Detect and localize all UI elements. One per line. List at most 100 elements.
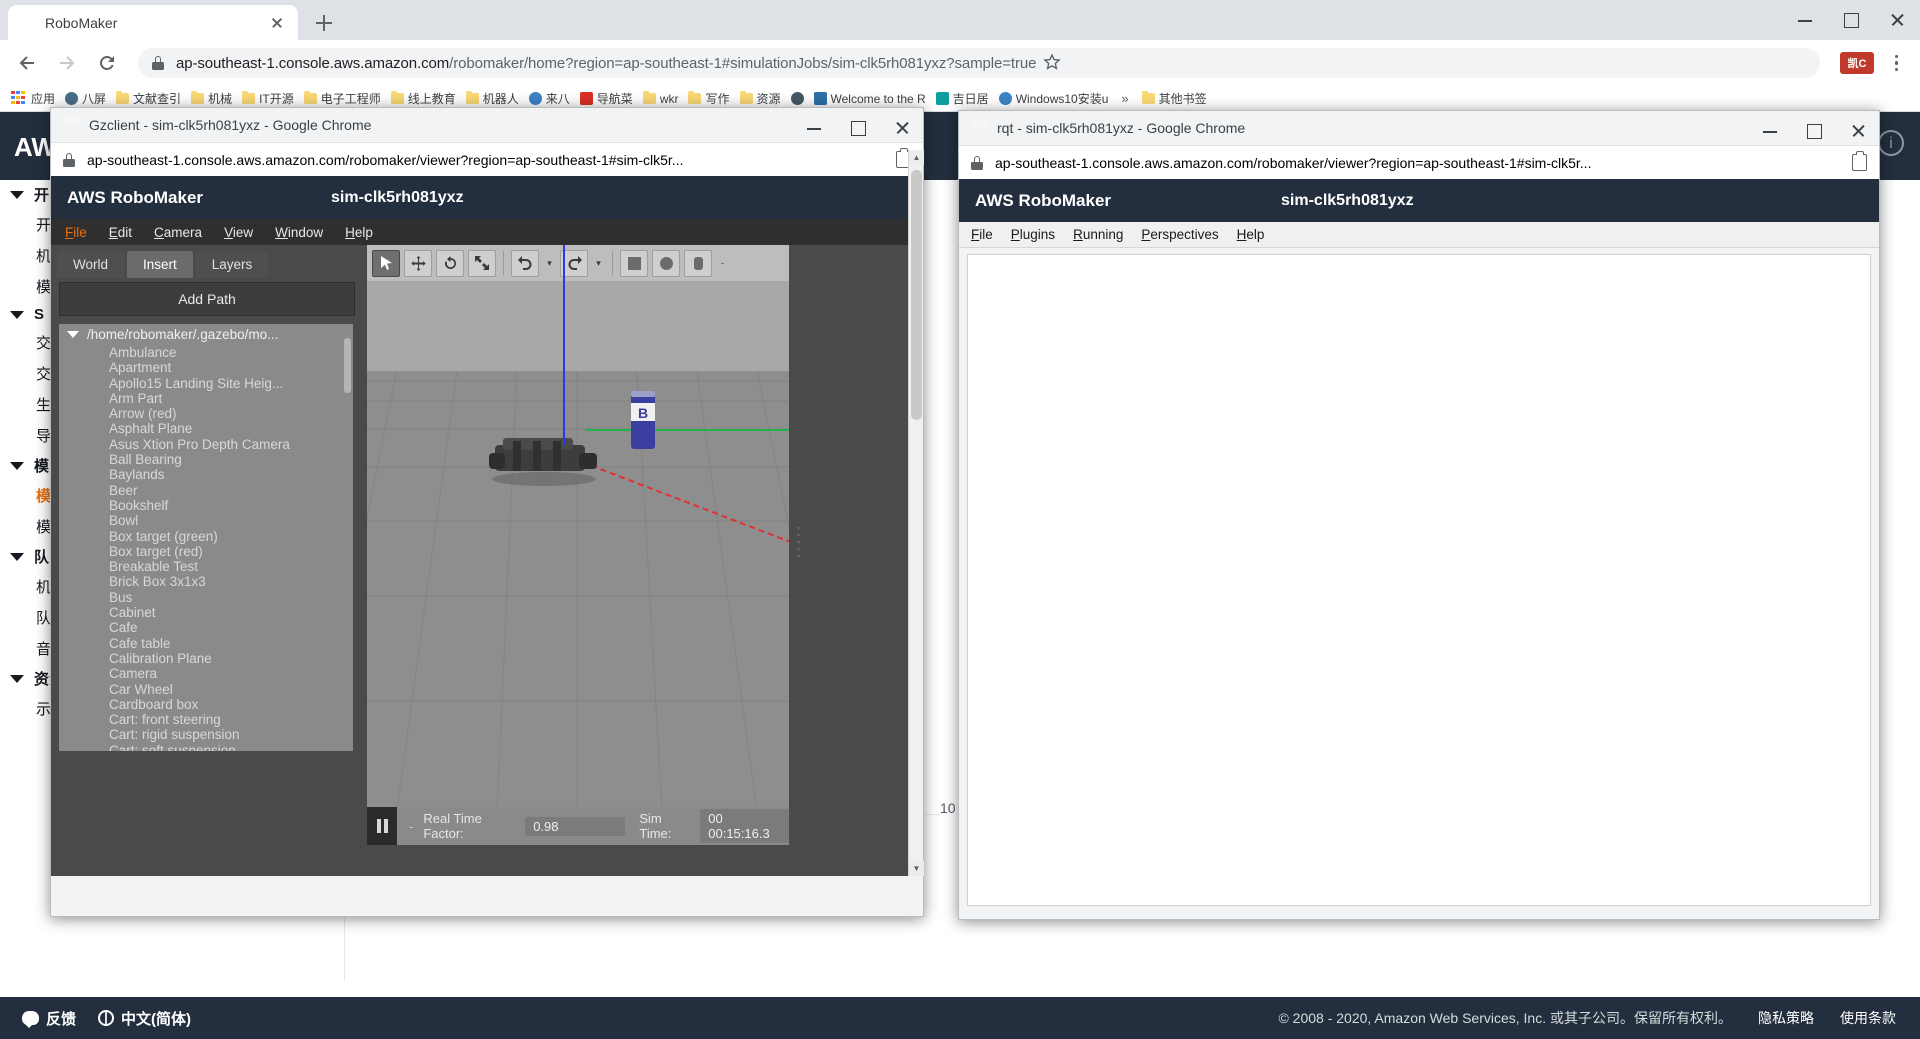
gazebo-menu-file[interactable]: File [65,225,87,240]
scroll-down-icon[interactable]: ▼ [909,861,924,876]
maximize-icon[interactable] [835,108,879,142]
copy-icon[interactable] [1852,151,1867,171]
model-list-item[interactable]: Arm Part [59,391,353,406]
model-root-node[interactable]: /home/robomaker/.gazebo/mo... [59,324,353,345]
chevron-down-icon[interactable] [10,674,24,683]
gazebo-tab-insert[interactable]: Insert [127,251,193,278]
model-list-item[interactable]: Box target (green) [59,529,353,544]
maximize-icon[interactable] [1828,0,1874,40]
close-window-icon[interactable] [1874,0,1920,40]
model-list-item[interactable]: Baylands [59,467,353,482]
model-list-item[interactable]: Camera [59,666,353,681]
model-list-item[interactable]: Beer [59,483,353,498]
model-list-item[interactable]: Bowl [59,513,353,528]
model-list-item[interactable]: Bus [59,590,353,605]
box-icon[interactable] [620,249,648,277]
rqt-menu-help[interactable]: Help [1237,227,1265,242]
step-label[interactable]: - [397,819,423,834]
scroll-up-icon[interactable]: ▲ [909,150,924,165]
rqt-menu-file[interactable]: File [971,227,993,242]
model-list-item[interactable]: Cart: rigid suspension [59,727,353,742]
cylinder-icon[interactable] [684,249,712,277]
maximize-icon[interactable] [1791,111,1835,145]
model-list[interactable]: /home/robomaker/.gazebo/mo... Ambulance A… [59,324,353,751]
model-list-item[interactable]: Cardboard box [59,697,353,712]
model-list-item[interactable]: Car Wheel [59,682,353,697]
translate-icon[interactable] [404,249,432,277]
language-button[interactable]: 中文(简体) [98,1008,191,1029]
bookmark-item-16[interactable]: Windows10安装u [994,88,1114,110]
profile-avatar[interactable]: 凯С [1840,52,1874,74]
rqt-menu-plugins[interactable]: Plugins [1011,227,1055,242]
model-list-item[interactable]: Asphalt Plane [59,421,353,436]
model-list-item[interactable]: Cafe [59,620,353,635]
gazebo-3d-viewport[interactable]: ▾ ▾ - B - Real Time Factor: 0.98 Sim Tim… [367,245,789,845]
info-icon[interactable]: i [1878,130,1904,156]
model-list-item[interactable]: Apartment [59,360,353,375]
model-list-item[interactable]: Box target (red) [59,544,353,559]
bookmark-star-icon[interactable] [1042,52,1064,74]
close-window-icon[interactable] [879,108,923,142]
chevron-down-icon[interactable] [67,331,79,338]
address-bar[interactable]: ap-southeast-1.console.aws.amazon.com/ro… [138,48,1820,78]
rqt-urlbar[interactable]: ap-southeast-1.console.aws.amazon.com/ro… [959,145,1879,179]
chevron-down-icon[interactable] [10,552,24,561]
undo-icon[interactable] [511,249,539,277]
model-list-item[interactable]: Calibration Plane [59,651,353,666]
gzclient-urlbar[interactable]: ap-southeast-1.console.aws.amazon.com/ro… [51,142,923,176]
minimize-icon[interactable] [1782,0,1828,40]
terms-link[interactable]: 使用条款 [1840,1008,1896,1028]
rqt-menu-running[interactable]: Running [1073,227,1123,242]
model-list-scrollbar[interactable] [344,338,351,393]
bookmark-item-18[interactable]: 其他书签 [1137,88,1212,110]
chevron-down-icon[interactable] [10,310,24,319]
model-list-item[interactable]: Brick Box 3x1x3 [59,574,353,589]
gzclient-page-scrollbar[interactable]: ▲ ▼ [908,150,924,876]
privacy-link[interactable]: 隐私策略 [1758,1008,1814,1028]
scale-icon[interactable] [468,249,496,277]
select-arrow-icon[interactable] [372,249,400,277]
forward-icon[interactable] [50,46,84,80]
more-icon[interactable]: - [716,250,729,277]
model-list-item[interactable]: Cart: front steering [59,712,353,727]
bookmarks-overflow-icon[interactable]: » [1113,91,1136,106]
close-window-icon[interactable] [1835,111,1879,145]
model-list-item[interactable]: Ambulance [59,345,353,360]
chevron-down-icon[interactable] [10,190,24,199]
pause-icon[interactable] [367,807,397,845]
undo-dropdown-icon[interactable]: ▾ [543,250,556,277]
model-list-item[interactable]: Bookshelf [59,498,353,513]
close-icon[interactable] [266,12,288,34]
model-list-item[interactable]: Asus Xtion Pro Depth Camera [59,437,353,452]
gazebo-menu-camera[interactable]: Camera [154,225,202,240]
browser-tab[interactable]: RoboMaker [8,5,298,40]
feedback-button[interactable]: 反馈 [22,1008,76,1029]
back-icon[interactable] [10,46,44,80]
bookmark-item-15[interactable]: 吉日居 [931,88,994,110]
gazebo-tab-layers[interactable]: Layers [195,251,269,278]
model-list-item[interactable]: Cafe table [59,636,353,651]
redo-dropdown-icon[interactable]: ▾ [592,250,605,277]
model-list-item[interactable]: Cart: soft suspension [59,743,353,751]
reload-icon[interactable] [90,46,124,80]
chevron-down-icon[interactable] [10,461,24,470]
panel-resize-handle[interactable] [796,525,801,563]
model-list-item[interactable]: Apollo15 Landing Site Heig... [59,376,353,391]
minimize-icon[interactable] [1747,111,1791,145]
gazebo-menu-edit[interactable]: Edit [109,225,132,240]
scrollbar-thumb[interactable] [911,170,922,420]
rqt-menu-perspectives[interactable]: Perspectives [1141,227,1218,242]
rotate-icon[interactable] [436,249,464,277]
rqt-canvas[interactable] [967,254,1871,906]
gazebo-tab-world[interactable]: World [57,251,125,278]
sphere-icon[interactable] [652,249,680,277]
gazebo-menu-view[interactable]: View [224,225,253,240]
minimize-icon[interactable] [791,108,835,142]
gazebo-menu-help[interactable]: Help [345,225,373,240]
model-list-item[interactable]: Ball Bearing [59,452,353,467]
gazebo-menu-window[interactable]: Window [275,225,323,240]
model-list-item[interactable]: Cabinet [59,605,353,620]
model-list-item[interactable]: Breakable Test [59,559,353,574]
add-path-button[interactable]: Add Path [59,282,355,316]
model-list-item[interactable]: Arrow (red) [59,406,353,421]
